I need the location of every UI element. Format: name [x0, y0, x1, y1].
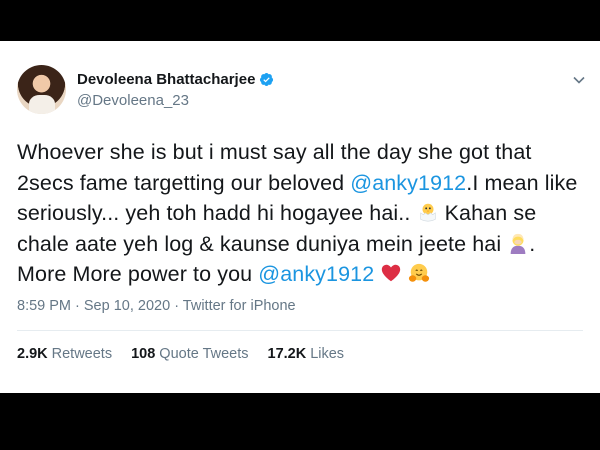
- mention-link[interactable]: @anky1912: [258, 262, 374, 286]
- woman-facepalming-icon: [510, 233, 526, 254]
- tweet-text: Whoever she is but i must say all the da…: [17, 137, 587, 290]
- tweet-time[interactable]: 8:59 PM: [17, 298, 71, 314]
- quote-tweets-label: Quote Tweets: [159, 346, 249, 362]
- meta-separator: ·: [170, 298, 183, 314]
- author-name-row: Devoleena Bhattacharjee: [77, 71, 274, 88]
- divider: [17, 330, 583, 331]
- tweet-card: Devoleena Bhattacharjee @Devoleena_23 Wh…: [0, 41, 600, 393]
- engagement-stats: 2.9K Retweets 108 Quote Tweets 17.2K Likes: [17, 346, 363, 362]
- meta-separator: ·: [71, 298, 84, 314]
- hatching-chick-icon: [419, 203, 436, 222]
- retweets-stat[interactable]: 2.9K Retweets: [17, 346, 112, 362]
- verified-badge-icon: [260, 72, 274, 87]
- likes-count: 17.2K: [267, 346, 307, 362]
- author-display-name[interactable]: Devoleena Bhattacharjee: [77, 71, 255, 88]
- quote-tweets-count: 108: [131, 346, 156, 362]
- avatar[interactable]: [17, 65, 66, 114]
- likes-stat[interactable]: 17.2K Likes: [268, 346, 345, 362]
- tweet-metadata: 8:59 PM · Sep 10, 2020 · Twitter for iPh…: [17, 298, 296, 314]
- hugging-face-icon: [409, 263, 430, 282]
- retweets-count: 2.9K: [17, 346, 48, 362]
- avatar-figure: [29, 95, 55, 114]
- author-handle[interactable]: @Devoleena_23: [77, 92, 189, 109]
- likes-label: Likes: [310, 346, 345, 362]
- tweet-date[interactable]: Sep 10, 2020: [84, 298, 170, 314]
- chevron-down-icon[interactable]: [572, 73, 586, 87]
- red-heart-icon: [382, 264, 401, 282]
- tweet-source[interactable]: Twitter for iPhone: [183, 298, 296, 314]
- quote-tweets-stat[interactable]: 108 Quote Tweets: [131, 346, 248, 362]
- retweets-label: Retweets: [51, 346, 113, 362]
- mention-link[interactable]: @anky1912: [350, 171, 466, 195]
